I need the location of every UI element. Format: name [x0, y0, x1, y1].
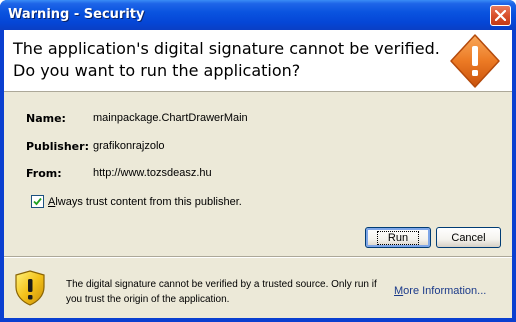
dialog-body: The application's digital signature cann… [4, 30, 512, 318]
security-warning-dialog: Warning - Security The application's dig… [0, 0, 516, 322]
always-trust-label[interactable]: Always trust content from this publisher… [48, 196, 242, 208]
always-trust-label-text: lways trust content from this publisher. [55, 195, 242, 208]
window-title: Warning - Security [8, 7, 145, 22]
close-button[interactable] [490, 5, 511, 26]
run-button[interactable]: Run [365, 227, 431, 248]
name-value: mainpackage.ChartDrawerMain [93, 112, 248, 124]
warning-diamond-icon [450, 34, 500, 88]
header-panel: The application's digital signature cann… [4, 30, 512, 92]
footer-message: The digital signature cannot be verified… [66, 279, 377, 305]
publisher-label: Publisher: [26, 140, 89, 153]
name-label: Name: [26, 112, 66, 125]
close-icon [495, 10, 506, 21]
cancel-button[interactable]: Cancel [436, 227, 501, 248]
header-message: The application's digital signature cann… [13, 38, 440, 82]
warning-shield-icon [15, 270, 45, 306]
more-information-accelerator: M [394, 285, 404, 297]
title-bar[interactable]: Warning - Security [0, 0, 516, 30]
footer-divider-highlight [4, 257, 512, 258]
publisher-value: grafikonrajzolo [93, 140, 165, 152]
run-button-label: Run [376, 230, 420, 245]
header-line-2: Do you want to run the application? [13, 61, 301, 80]
always-trust-option[interactable]: Always trust content from this publisher… [31, 195, 242, 208]
checkmark-icon [33, 197, 42, 206]
from-value: http://www.tozsdeasz.hu [93, 167, 212, 179]
from-label: From: [26, 167, 62, 180]
more-information-label: ore Information... [403, 285, 487, 297]
always-trust-checkbox[interactable] [31, 195, 44, 208]
header-line-1: The application's digital signature cann… [13, 39, 440, 58]
more-information-link[interactable]: More Information... [394, 285, 486, 297]
